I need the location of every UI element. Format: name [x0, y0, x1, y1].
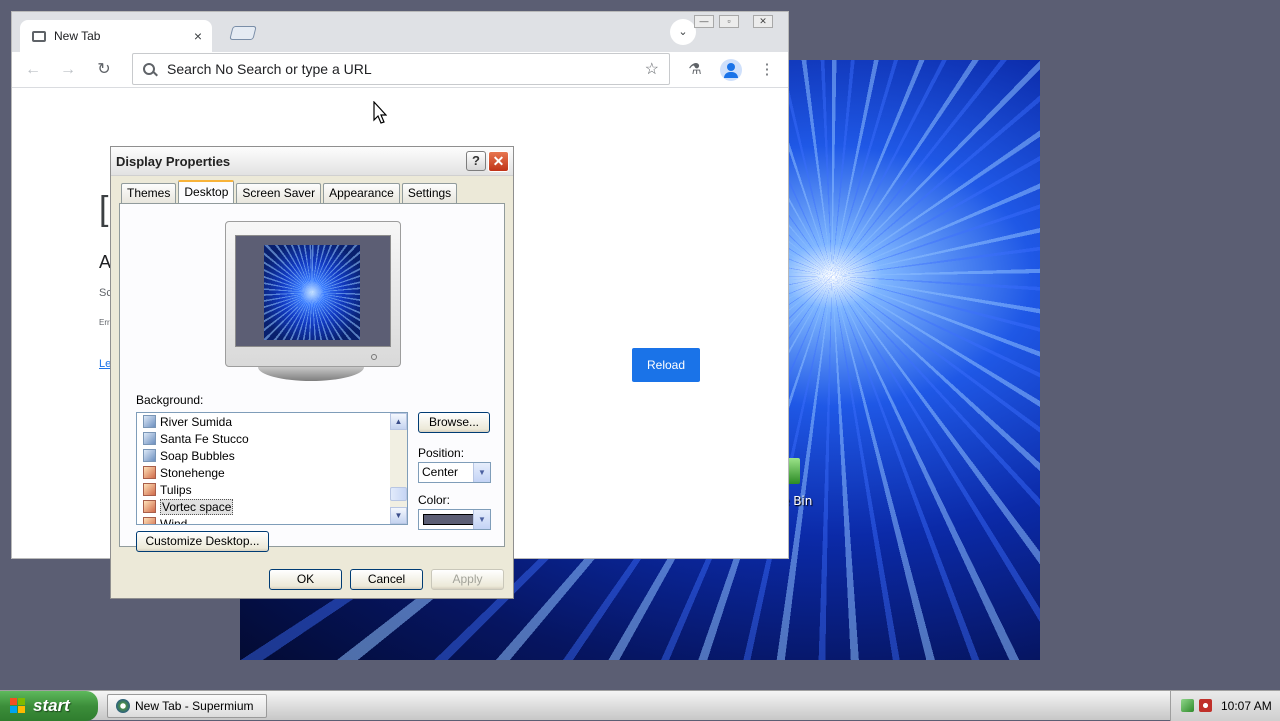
tab-new-tab[interactable]: New Tab × — [20, 20, 212, 52]
profile-avatar[interactable] — [720, 59, 742, 81]
menu-kebab-icon[interactable]: ⋮ — [755, 58, 779, 82]
browse-button[interactable]: Browse... — [418, 412, 490, 433]
jpg-file-icon — [143, 415, 156, 428]
tab-settings[interactable]: Settings — [401, 183, 458, 203]
bmp-file-icon — [143, 466, 156, 479]
bmp-file-icon — [143, 517, 156, 524]
network-icon[interactable] — [1181, 699, 1194, 712]
bookmark-star-icon[interactable]: ☆ — [645, 59, 659, 79]
list-item[interactable]: Stonehenge — [137, 464, 407, 481]
help-button[interactable]: ? — [466, 151, 486, 171]
scrollbar-thumb[interactable] — [390, 487, 407, 501]
monitor-stand — [258, 367, 364, 381]
tab-desktop[interactable]: Desktop — [178, 180, 235, 203]
mouse-cursor-icon — [373, 101, 387, 124]
customize-desktop-button[interactable]: Customize Desktop... — [136, 531, 269, 552]
list-item[interactable]: Santa Fe Stucco — [137, 430, 407, 447]
labs-flask-icon[interactable]: ⚗ — [683, 58, 707, 82]
listbox-scrollbar[interactable]: ▲ ▼ — [390, 413, 407, 524]
taskbar-item-browser[interactable]: New Tab - Supermium — [107, 694, 267, 718]
display-properties-dialog: Display Properties ? ✕ Themes Desktop Sc… — [110, 146, 514, 599]
apply-button[interactable]: Apply — [431, 569, 504, 590]
security-shield-icon[interactable] — [1199, 699, 1212, 712]
monitor-power-icon — [371, 354, 377, 360]
monitor-screen — [235, 235, 391, 347]
dialog-close-button[interactable]: ✕ — [488, 151, 509, 172]
monitor-preview — [225, 221, 401, 367]
tab-search-button[interactable]: ⌄ — [670, 19, 696, 45]
position-label: Position: — [418, 446, 465, 460]
reload-button[interactable]: Reload — [632, 348, 700, 382]
ok-button[interactable]: OK — [269, 569, 342, 590]
background-listbox[interactable]: River Sumida Santa Fe Stucco Soap Bubble… — [136, 412, 408, 525]
start-label: start — [33, 696, 70, 715]
window-close-button[interactable]: ✕ — [753, 15, 773, 28]
forward-button[interactable]: → — [56, 58, 80, 82]
background-label: Background: — [136, 393, 204, 407]
chevron-down-icon[interactable]: ▼ — [473, 510, 490, 529]
list-item-label: Tulips — [160, 482, 192, 497]
list-item-label: River Sumida — [160, 414, 233, 429]
tab-themes[interactable]: Themes — [121, 183, 177, 203]
tab-title: New Tab — [54, 29, 101, 43]
new-tab-button[interactable] — [229, 26, 257, 40]
list-item[interactable]: Wind — [137, 515, 407, 525]
tab-strip: New Tab × ⌄ — ▫ ✕ — [12, 12, 788, 52]
dialog-titlebar[interactable]: Display Properties ? ✕ — [111, 147, 513, 176]
list-item[interactable]: River Sumida — [137, 413, 407, 430]
back-button[interactable]: ← — [21, 58, 45, 82]
supermium-icon — [116, 699, 130, 713]
start-button[interactable]: start — [0, 691, 98, 721]
maximize-button[interactable]: ▫ — [719, 15, 739, 28]
position-value: Center — [422, 465, 459, 479]
color-label: Color: — [418, 493, 451, 507]
wallpaper-preview-image — [264, 245, 360, 340]
system-tray: 10:07 AM — [1170, 691, 1280, 721]
tab-appearance[interactable]: Appearance — [323, 183, 400, 203]
bmp-file-icon — [143, 500, 156, 513]
omnibox-text[interactable]: Search No Search or type a URL — [167, 61, 645, 77]
list-item-label: Soap Bubbles — [160, 448, 235, 463]
taskbar: start New Tab - Supermium 10:07 AM — [0, 690, 1280, 721]
list-item[interactable]: Tulips — [137, 481, 407, 498]
page-frag-icon: [ — [99, 190, 109, 228]
page-frag-error-code: Err — [99, 318, 110, 327]
list-item-label: Santa Fe Stucco — [160, 431, 249, 446]
position-select[interactable]: Center ▼ — [418, 462, 491, 483]
reload-toolbar-button[interactable]: ↻ — [92, 58, 116, 82]
cancel-button[interactable]: Cancel — [350, 569, 423, 590]
list-item-label: Vortec space — [160, 498, 234, 515]
tab-screen-saver[interactable]: Screen Saver — [236, 183, 322, 203]
list-item-selected[interactable]: Vortec space — [137, 498, 407, 515]
omnibox[interactable]: Search No Search or type a URL ☆ — [132, 53, 670, 85]
browser-toolbar: ← → ↻ Search No Search or type a URL ☆ ⚗… — [12, 52, 788, 88]
clock[interactable]: 10:07 AM — [1221, 691, 1272, 721]
list-item[interactable]: Soap Bubbles — [137, 447, 407, 464]
jpg-file-icon — [143, 432, 156, 445]
taskbar-item-label: New Tab - Supermium — [135, 699, 254, 713]
chevron-down-icon[interactable]: ▼ — [473, 463, 490, 482]
scroll-up-icon[interactable]: ▲ — [390, 413, 407, 430]
search-icon — [143, 63, 155, 75]
scroll-down-icon[interactable]: ▼ — [390, 507, 407, 524]
bmp-file-icon — [143, 483, 156, 496]
color-picker[interactable]: ▼ — [418, 509, 491, 530]
tab-page-icon — [32, 30, 46, 42]
dialog-tabs: Themes Desktop Screen Saver Appearance S… — [121, 180, 459, 203]
dialog-title: Display Properties — [116, 154, 231, 169]
minimize-button[interactable]: — — [694, 15, 714, 28]
tab-close-icon[interactable]: × — [194, 28, 202, 44]
windows-logo-icon — [10, 698, 26, 714]
jpg-file-icon — [143, 449, 156, 462]
list-item-label: Stonehenge — [160, 465, 225, 480]
list-item-label: Wind — [160, 516, 188, 525]
color-swatch — [423, 514, 477, 525]
desktop-tab-panel: Background: River Sumida Santa Fe Stucco… — [119, 203, 505, 552]
